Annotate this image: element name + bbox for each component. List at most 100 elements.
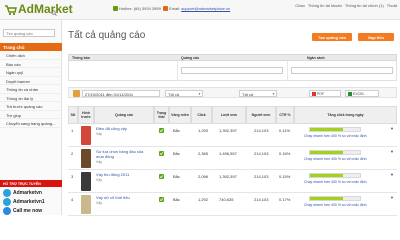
user-bar: Chào Thông tin tài khoản Thông tin tài c… xyxy=(295,3,397,8)
account-link[interactable]: Thông tin tài khoản xyxy=(308,3,342,8)
click-value: 2,365 xyxy=(198,151,209,156)
calendar-icon[interactable] xyxy=(73,90,80,97)
expand-arrow-icon[interactable]: ▼ xyxy=(390,172,394,177)
sidebar-item-campaigns[interactable]: Chiến dịch xyxy=(0,51,62,60)
search-icon[interactable] xyxy=(51,10,57,16)
ad-thumbnail[interactable] xyxy=(81,195,91,214)
sidebar-item-budget[interactable]: Ngân quỹ xyxy=(0,68,62,77)
col-header-ctr[interactable]: CTR % xyxy=(276,106,294,124)
col-header-stt: Stt xyxy=(68,106,78,124)
table-row[interactable]: 1 Điều đã cũng vậy Vậy Bắc 1,293 1,392,3… xyxy=(68,124,397,147)
ad-thumbnail[interactable] xyxy=(81,149,91,168)
ad-thumbnail[interactable] xyxy=(81,126,91,145)
viewers-value: 214,103 xyxy=(254,128,269,133)
top-bar: AdMarket Hotline: (84) 3934 3959 Email: … xyxy=(0,0,400,20)
ad-title-link[interactable]: Sự lựa chọn hàng đầu của mùa đông xyxy=(96,149,152,159)
viewers-value: 214,103 xyxy=(254,151,269,156)
support-skype-1[interactable]: Admarketvn xyxy=(3,188,42,197)
hotline-value: (84) 3934 3959 xyxy=(133,6,161,11)
sidebar-item-reports[interactable]: Báo cáo xyxy=(0,60,62,68)
support-label: Admarketvn xyxy=(13,189,42,196)
viewers-value: 214,103 xyxy=(254,197,269,202)
col-header-click[interactable]: Click xyxy=(191,106,212,124)
sidebar-item-agency[interactable]: Thông tin đại lý xyxy=(0,94,62,102)
table-row[interactable]: 2 Sự lựa chọn hàng đầu của mùa đông Vậy … xyxy=(68,147,397,170)
chevron-down-icon: ▼ xyxy=(272,92,275,96)
col-header-status[interactable]: Trạng thái xyxy=(154,106,169,124)
growth-note: Chạy nhanh hơn 400 % so với mặc định xyxy=(304,203,367,207)
create-ad-button[interactable]: Tạo quảng cáo xyxy=(312,33,352,41)
expand-arrow-icon[interactable]: ▼ xyxy=(390,149,394,154)
expand-arrow-icon[interactable]: ▼ xyxy=(390,195,394,200)
sidebar-item-banners[interactable]: Duyệt banner xyxy=(0,77,62,85)
date-range-field[interactable]: 27/10/2011 đến 01/11/2011 xyxy=(82,90,160,97)
main-content: Tất cả quảng cáo Tạo quảng cáo Nạp tiền … xyxy=(62,20,400,216)
table-row[interactable]: 3 Váy thu đông 2011 Vậy Bắc 2,096 1,392,… xyxy=(68,170,397,193)
support-label: Admarketvn1 xyxy=(13,198,45,205)
email-link[interactable]: support@admarketplace.vn xyxy=(181,6,230,11)
email-icon xyxy=(163,6,169,11)
support-call[interactable]: Call me now xyxy=(3,206,42,215)
ad-title-link[interactable]: Điều đã cũng vậy xyxy=(96,126,152,132)
search-input[interactable] xyxy=(3,29,55,37)
logo-text: AdMarket xyxy=(18,2,73,16)
logo[interactable]: AdMarket xyxy=(4,3,73,16)
ad-title-link[interactable]: Váy thu đông 2011 xyxy=(96,172,152,178)
ad-thumbnail[interactable] xyxy=(81,172,91,191)
views-value: 1,392,397 xyxy=(219,128,237,133)
hotline-label: Hotline: xyxy=(119,6,133,11)
views-value: 1,496,557 xyxy=(219,151,237,156)
col-header-views[interactable]: Lượt xem xyxy=(212,106,246,124)
skype-icon xyxy=(3,188,11,197)
ad-subtitle: Vậy xyxy=(96,132,103,136)
col-header-region[interactable]: Vàng miền xyxy=(169,106,191,124)
check-icon[interactable] xyxy=(159,197,164,202)
top-up-button[interactable]: Nạp tiền xyxy=(358,33,394,41)
ad-filter-field[interactable] xyxy=(181,67,283,74)
growth-note: Chạy nhanh hơn 400 % so với mặc định xyxy=(304,157,367,161)
growth-note: Chạy nhanh hơn 400 % so với mặc định xyxy=(304,134,367,138)
logout-link[interactable]: Thoát xyxy=(387,3,397,8)
dropdown-value: Tất cả xyxy=(168,92,180,97)
page-title: Tất cả quảng cáo xyxy=(68,30,146,41)
filter-dropdown-2[interactable]: Tất cả ▼ xyxy=(239,90,277,97)
check-icon[interactable] xyxy=(159,128,164,133)
table-row[interactable]: 4 Váy nữ cổ thời tiêu Vậy Bắc 1,292 740,… xyxy=(68,193,397,216)
budget-filter-field[interactable] xyxy=(291,67,393,74)
ctr-value: 0.15% xyxy=(279,174,291,179)
skype-icon xyxy=(3,197,11,206)
finance-link[interactable]: Thông tin tài chính (1) xyxy=(345,3,384,8)
expand-arrow-icon[interactable]: ▼ xyxy=(390,126,394,131)
filter-col-notice: Thông báo xyxy=(72,56,90,60)
col-header-ad[interactable]: Quảng cáo xyxy=(94,106,154,124)
check-icon[interactable] xyxy=(159,151,164,156)
phone-icon xyxy=(113,6,118,11)
export-pdf-button[interactable]: PDF xyxy=(309,90,341,97)
views-value: 1,392,397 xyxy=(219,174,237,179)
sidebar-item-home[interactable]: Trang chủ xyxy=(0,43,62,51)
col-header-thumb: Hình trước xyxy=(78,106,94,124)
export-excel-button[interactable]: EXCEL xyxy=(345,90,379,97)
ad-subtitle: Vậy xyxy=(96,160,103,164)
sidebar-item-profile[interactable]: Thông tin cá nhân xyxy=(0,85,62,94)
ctr-value: 0.11% xyxy=(279,128,291,133)
export-excel-label: EXCEL xyxy=(353,91,365,96)
col-header-growth[interactable]: Tăng click trong ngày xyxy=(294,106,397,124)
email-label: Email: xyxy=(169,6,181,11)
filter-col-ad: Quảng cáo xyxy=(181,56,200,60)
views-value: 740,635 xyxy=(219,197,234,202)
region-value: Bắc xyxy=(173,151,180,156)
support-skype-2[interactable]: Admarketvn1 xyxy=(3,197,45,206)
sidebar-item-switch[interactable]: Chuyển sang trang quảng... xyxy=(0,119,62,128)
col-header-viewers[interactable]: Người xem xyxy=(246,106,276,124)
divider xyxy=(287,61,288,81)
ctr-value: 0.16% xyxy=(279,151,291,156)
filter-col-budget: Ngân sách xyxy=(307,56,325,60)
ad-title-link[interactable]: Váy nữ cổ thời tiêu xyxy=(96,195,152,201)
date-toolbar: 27/10/2011 đến 01/11/2011 Tất cả ▼ Tất cả… xyxy=(68,87,397,98)
check-icon[interactable] xyxy=(159,174,164,179)
sidebar-item-prepay[interactable]: Trả trước quảng cáo xyxy=(0,102,62,111)
sidebar-item-help[interactable]: Trợ giúp xyxy=(0,111,62,119)
growth-bar-fill xyxy=(310,128,343,131)
filter-dropdown-1[interactable]: Tất cả ▼ xyxy=(165,90,203,97)
